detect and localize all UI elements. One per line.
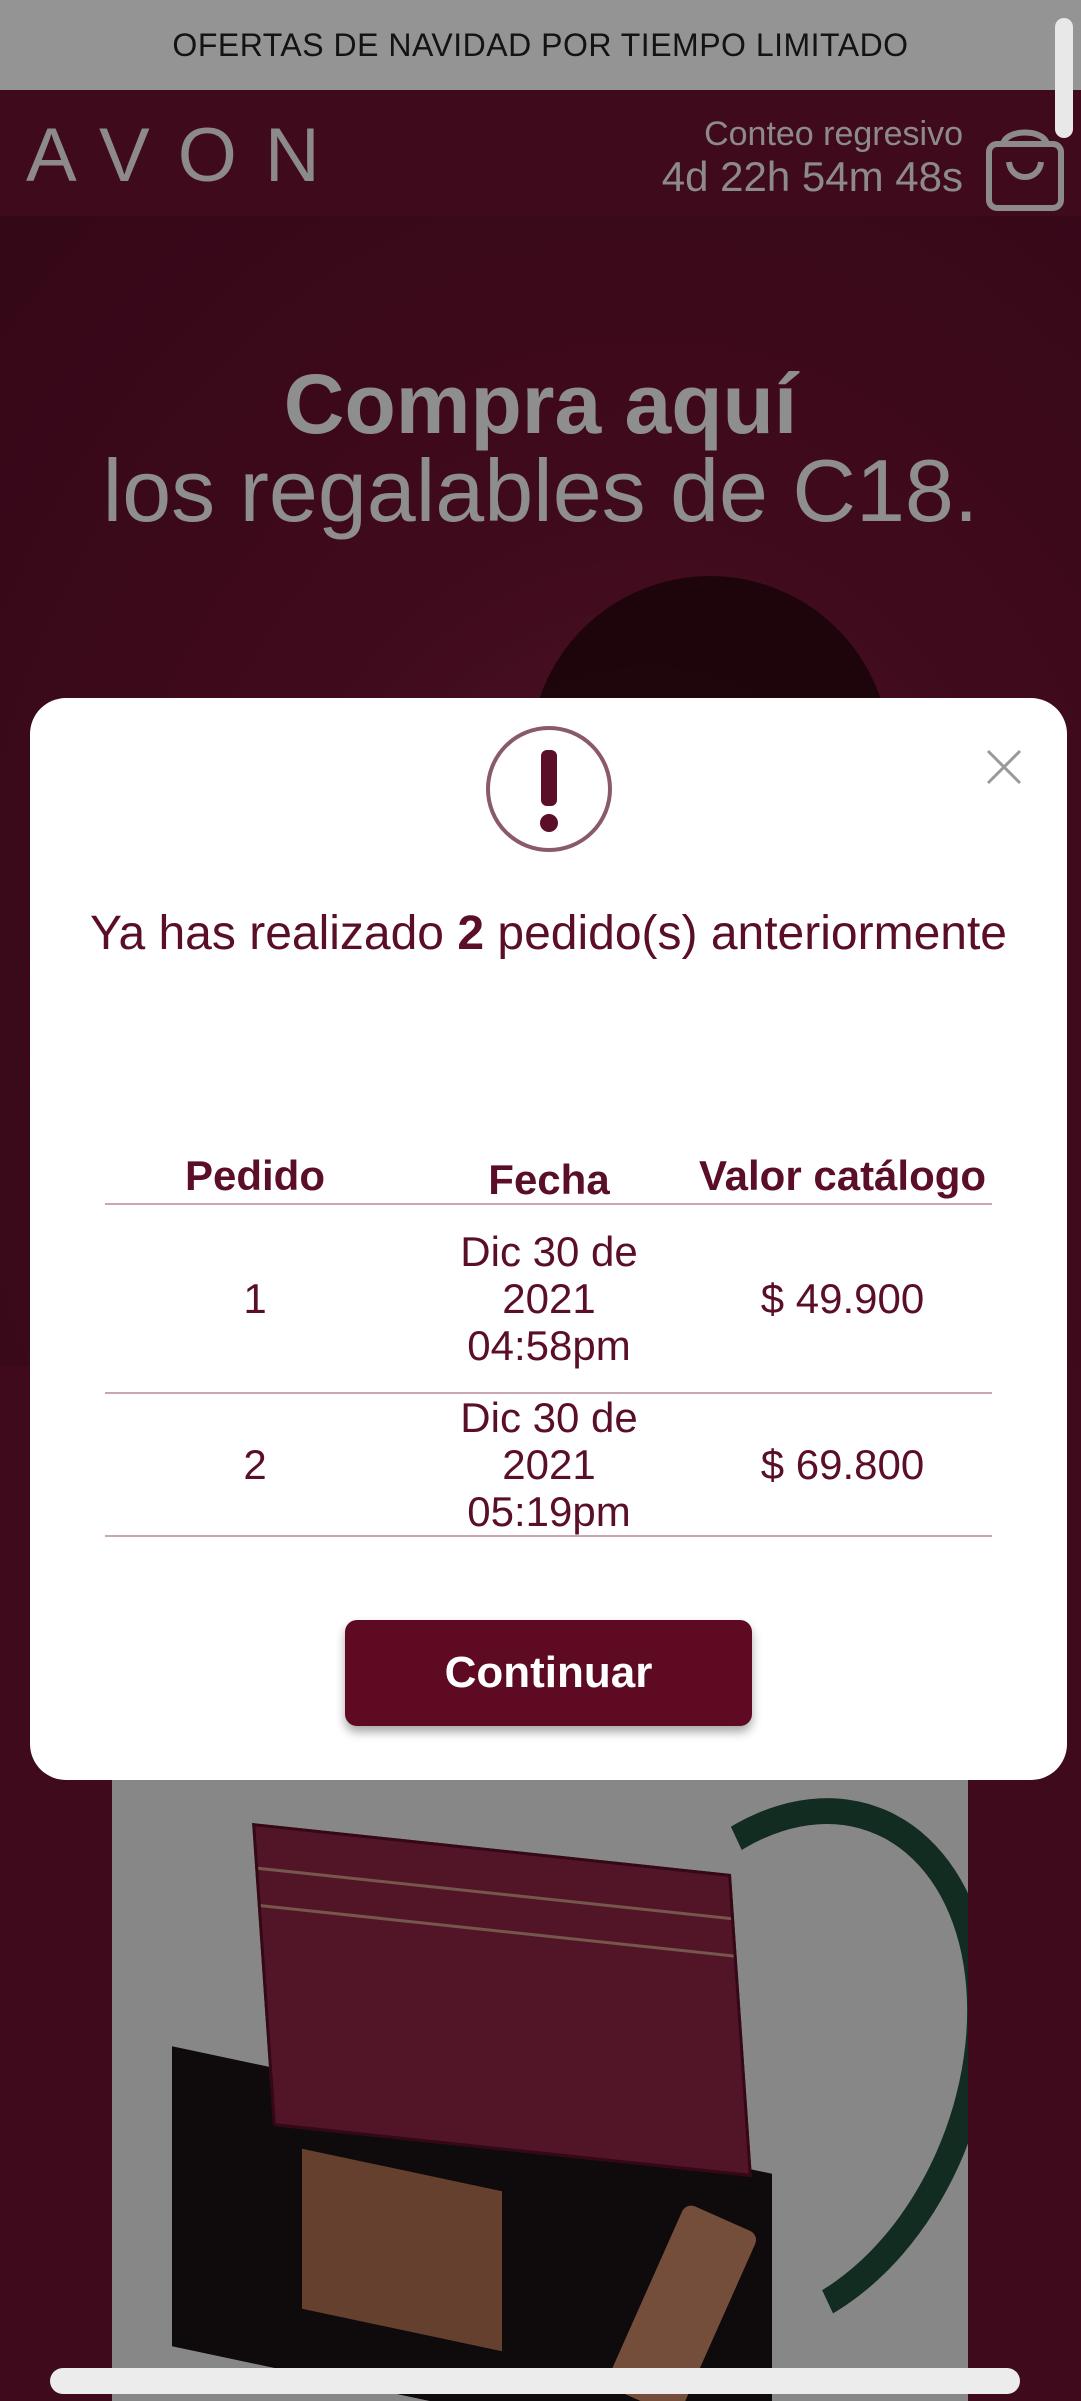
exclamation-circle-icon [486,726,612,852]
order-date: Dic 30 de 2021 04:58pm [405,1204,693,1394]
modal-title-prefix: Ya has realizado [90,907,458,960]
table-row: 2 Dic 30 de 2021 05:19pm $ 69.800 [105,1393,992,1537]
vertical-scrollbar[interactable] [1055,18,1073,138]
order-count: 2 [457,907,485,960]
order-number: 2 [105,1393,405,1537]
order-value: $ 69.800 [693,1393,992,1537]
orders-table-header: Pedido Fecha Valor catálogo [105,1098,992,1205]
column-header-valor: Valor catálogo [693,1098,992,1205]
modal-title-suffix: pedido(s) anteriormente [484,907,1007,960]
order-number: 1 [105,1204,405,1394]
order-value: $ 49.900 [693,1204,992,1394]
continue-button[interactable]: Continuar [345,1620,752,1726]
table-row: 1 Dic 30 de 2021 04:58pm $ 49.900 [105,1204,992,1394]
modal-title: Ya has realizado 2 pedido(s) anteriormen… [30,906,1067,962]
horizontal-scrollbar[interactable] [50,2368,1020,2394]
column-header-fecha: Fecha [405,1098,693,1205]
close-button[interactable] [979,742,1029,792]
order-date: Dic 30 de 2021 05:19pm [405,1393,693,1537]
previous-orders-modal: Ya has realizado 2 pedido(s) anteriormen… [30,698,1067,1780]
close-icon [986,749,1022,785]
column-header-pedido: Pedido [105,1098,405,1205]
orders-table: Pedido Fecha Valor catálogo 1 Dic 30 de … [105,1098,992,1537]
